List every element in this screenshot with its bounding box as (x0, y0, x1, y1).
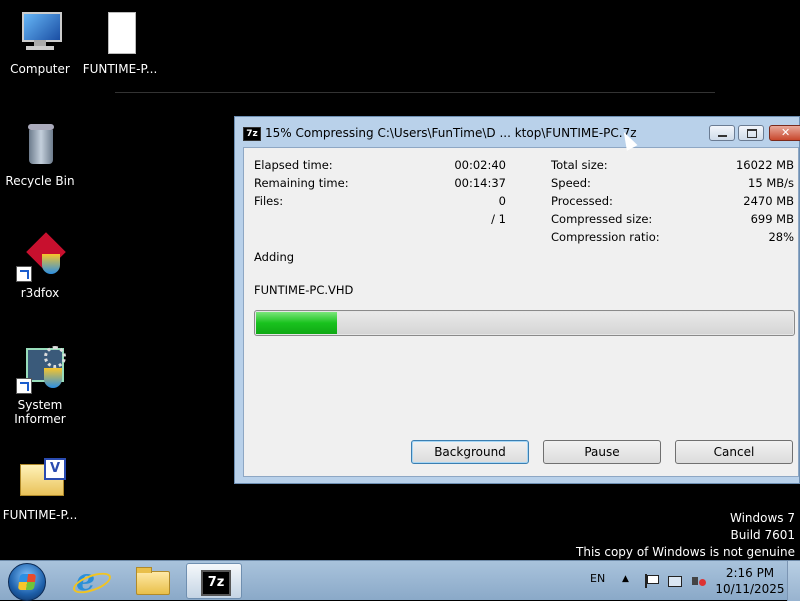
taskbar-7zip[interactable]: 7z (186, 563, 242, 599)
start-button[interactable] (8, 563, 46, 601)
desktop-artifact-line (115, 92, 715, 93)
processed-value: 2470 MB (743, 194, 794, 208)
desktop-icon-vhd[interactable]: V FUNTIME-P... (0, 456, 80, 522)
clock-date: 10/11/2025 (715, 582, 785, 596)
files-value: 0 (498, 194, 506, 208)
dialog-client-area: Elapsed time: 00:02:40 Remaining time: 0… (243, 147, 799, 477)
title-bar[interactable]: 7z 15% Compressing C:\Users\FunTime\D ..… (235, 117, 800, 147)
speed-label: Speed: (551, 176, 591, 190)
show-hidden-icons-icon[interactable]: ▲ (622, 574, 629, 584)
desktop-icon-r3dfox[interactable]: r3dfox (0, 232, 80, 300)
compression-ratio-label: Compression ratio: (551, 230, 660, 244)
volume-muted-icon[interactable] (692, 574, 706, 588)
files-label: Files: (254, 194, 284, 208)
close-button[interactable] (769, 125, 800, 141)
taskbar: e 7z EN ▲ 2:16 PM 10/11/2025 (0, 560, 800, 601)
remaining-time-value: 00:14:37 (454, 176, 506, 190)
files-total-value: / 1 (491, 212, 506, 226)
sevenzip-icon: 7z (201, 570, 231, 596)
desktop-icon-label: Computer (10, 62, 70, 76)
progress-fill (256, 312, 337, 334)
compressed-size-label: Compressed size: (551, 212, 653, 226)
label-line: Informer (14, 412, 66, 426)
desktop-icon-label: FUNTIME-P... (2, 508, 78, 522)
system-informer-icon (16, 346, 66, 394)
progress-bar (254, 310, 795, 336)
compression-ratio-value: 28% (768, 230, 794, 244)
desktop-icon-file[interactable]: FUNTIME-P... (80, 10, 160, 76)
folder-icon (136, 567, 170, 595)
pause-button[interactable]: Pause (543, 440, 661, 464)
windows-watermark: Windows 7 Build 7601 This copy of Window… (576, 510, 795, 561)
total-size-value: 16022 MB (735, 158, 794, 172)
system-clock[interactable]: 2:16 PM 10/11/2025 (715, 565, 785, 597)
watermark-line: This copy of Windows is not genuine (576, 545, 795, 559)
r3dfox-icon (16, 232, 66, 282)
remaining-time-label: Remaining time: (254, 176, 349, 190)
show-desktop-button[interactable] (787, 561, 800, 601)
desktop-icon-label: Recycle Bin (5, 174, 75, 188)
operation-status: Adding (254, 250, 295, 264)
minimize-button[interactable] (709, 125, 735, 141)
desktop-icon-recycle-bin[interactable]: Recycle Bin (0, 122, 80, 188)
desktop-icon-system-informer[interactable]: System Informer (0, 346, 80, 426)
watermark-line: Build 7601 (730, 528, 795, 542)
desktop-icon-computer[interactable]: Computer (0, 10, 80, 76)
shortcut-arrow-icon (16, 266, 32, 282)
computer-icon (16, 10, 64, 58)
watermark-line: Windows 7 (729, 511, 795, 525)
network-icon[interactable] (668, 574, 682, 588)
processed-label: Processed: (551, 194, 613, 208)
maximize-button[interactable] (738, 125, 764, 141)
recycle-bin-icon (16, 122, 64, 170)
compressed-size-value: 699 MB (750, 212, 794, 226)
clock-time: 2:16 PM (725, 566, 775, 580)
total-size-label: Total size: (551, 158, 608, 172)
language-indicator[interactable]: EN (590, 572, 605, 585)
document-icon (96, 10, 144, 58)
desktop-icon-label: System Informer (0, 398, 80, 426)
current-file-name: FUNTIME-PC.VHD (254, 283, 354, 297)
cancel-button[interactable]: Cancel (675, 440, 793, 464)
taskbar-file-explorer[interactable] (124, 563, 180, 599)
taskbar-internet-explorer[interactable]: e (62, 563, 118, 599)
speed-value: 15 MB/s (748, 176, 794, 190)
action-center-flag-icon[interactable] (644, 574, 659, 588)
elapsed-time-label: Elapsed time: (254, 158, 333, 172)
desktop-icon-label: FUNTIME-P... (82, 62, 158, 76)
shortcut-arrow-icon (16, 378, 32, 394)
folder-vhd-icon: V (16, 456, 66, 504)
background-button[interactable]: Background (411, 440, 529, 464)
compress-progress-window[interactable]: 7z 15% Compressing C:\Users\FunTime\D ..… (234, 116, 800, 484)
label-line: System (17, 398, 63, 412)
desktop-icon-label: r3dfox (20, 286, 60, 300)
elapsed-time-value: 00:02:40 (454, 158, 506, 172)
sevenzip-app-icon: 7z (243, 127, 261, 141)
window-title: 15% Compressing C:\Users\FunTime\D ... k… (265, 126, 637, 140)
